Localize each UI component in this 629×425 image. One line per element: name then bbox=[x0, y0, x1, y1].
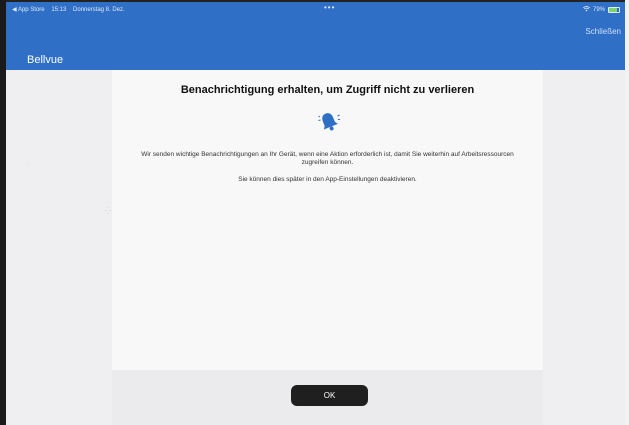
status-time: 15:13 bbox=[51, 7, 67, 13]
left-side-panel: · ⁛ bbox=[6, 70, 112, 425]
screenshot-frame: ◀ App Store 15:13 Donnerstag 8. Dez. •••… bbox=[0, 0, 629, 425]
status-bar: ◀ App Store 15:13 Donnerstag 8. Dez. •••… bbox=[6, 2, 625, 16]
footer-bar: OK bbox=[112, 370, 543, 425]
battery-icon bbox=[608, 7, 620, 13]
frame-border-right bbox=[625, 0, 629, 425]
nav-header: ◀ App Store 15:13 Donnerstag 8. Dez. •••… bbox=[6, 2, 625, 70]
faint-crosshair-icon: ⁛ bbox=[105, 208, 111, 215]
multitasking-dots[interactable]: ••• bbox=[324, 3, 335, 12]
app-title: Bellvue bbox=[27, 54, 64, 66]
status-left: ◀ App Store 15:13 Donnerstag 8. Dez. bbox=[12, 6, 130, 13]
device-screen: ◀ App Store 15:13 Donnerstag 8. Dez. •••… bbox=[6, 2, 625, 425]
wifi-icon bbox=[582, 6, 591, 14]
card-body-text: Wir senden wichtige Benachrichtigungen a… bbox=[141, 151, 514, 166]
battery-percent: 79% bbox=[592, 7, 605, 13]
bell-icon bbox=[317, 110, 341, 134]
status-date: Donnerstag 8. Dez. bbox=[73, 7, 125, 13]
battery-fill bbox=[609, 8, 617, 12]
card-title: Benachrichtigung erhalten, um Zugriff ni… bbox=[180, 84, 475, 96]
permission-card: Benachrichtigung erhalten, um Zugriff ni… bbox=[112, 70, 543, 370]
close-button[interactable]: Schließen bbox=[585, 27, 621, 36]
right-side-panel bbox=[543, 70, 625, 425]
status-right: 79% bbox=[582, 6, 620, 14]
card-note-text: Sie können dies später in den App-Einste… bbox=[238, 176, 417, 183]
ok-button[interactable]: OK bbox=[291, 385, 368, 406]
faint-dot: · bbox=[28, 161, 31, 168]
back-to-app-store-link[interactable]: ◀ App Store bbox=[12, 7, 45, 13]
